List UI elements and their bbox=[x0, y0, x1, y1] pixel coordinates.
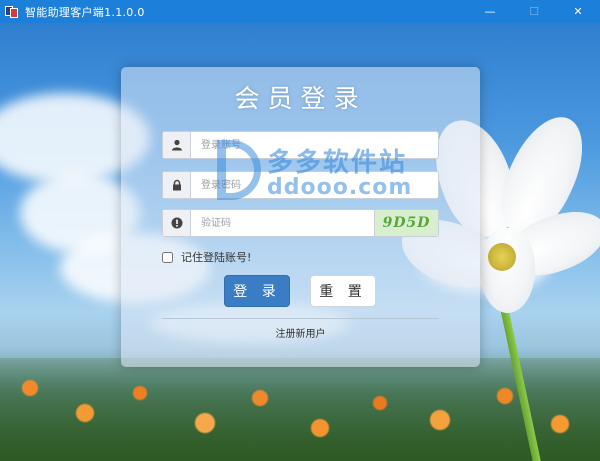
exclamation-circle-icon bbox=[163, 210, 191, 236]
login-button[interactable]: 登 录 bbox=[224, 275, 290, 307]
login-title: 会员登录 bbox=[234, 84, 367, 113]
remember-label: 记住登陆账号! bbox=[181, 251, 252, 264]
window-title: 智能助理客户端1.1.0.0 bbox=[25, 5, 145, 19]
remember-account[interactable]: 记住登陆账号! bbox=[162, 249, 251, 265]
register-link[interactable]: 注册新用户 bbox=[121, 325, 480, 340]
password-input[interactable] bbox=[191, 172, 438, 198]
flower-field bbox=[0, 358, 600, 461]
app-icon bbox=[5, 5, 19, 18]
remember-checkbox[interactable] bbox=[162, 251, 173, 263]
lock-icon bbox=[163, 172, 191, 198]
password-field bbox=[162, 171, 439, 199]
username-input[interactable] bbox=[191, 132, 438, 158]
reset-button[interactable]: 重 置 bbox=[310, 275, 376, 307]
captcha-field: 9D5D bbox=[162, 209, 439, 237]
window-titlebar[interactable]: 智能助理客户端1.1.0.0 — ☐ ✕ bbox=[0, 0, 600, 23]
user-icon bbox=[163, 132, 191, 158]
close-button[interactable]: ✕ bbox=[556, 0, 600, 23]
captcha-image[interactable]: 9D5D bbox=[374, 210, 438, 236]
minimize-button[interactable]: — bbox=[468, 0, 512, 23]
login-panel: 会员登录 9D5D 记住登陆账号! 登 录 重 置 注册新用户 bbox=[121, 67, 480, 367]
window-controls: — ☐ ✕ bbox=[468, 0, 600, 23]
maximize-button[interactable]: ☐ bbox=[512, 0, 556, 23]
divider bbox=[162, 318, 439, 319]
username-field bbox=[162, 131, 439, 159]
